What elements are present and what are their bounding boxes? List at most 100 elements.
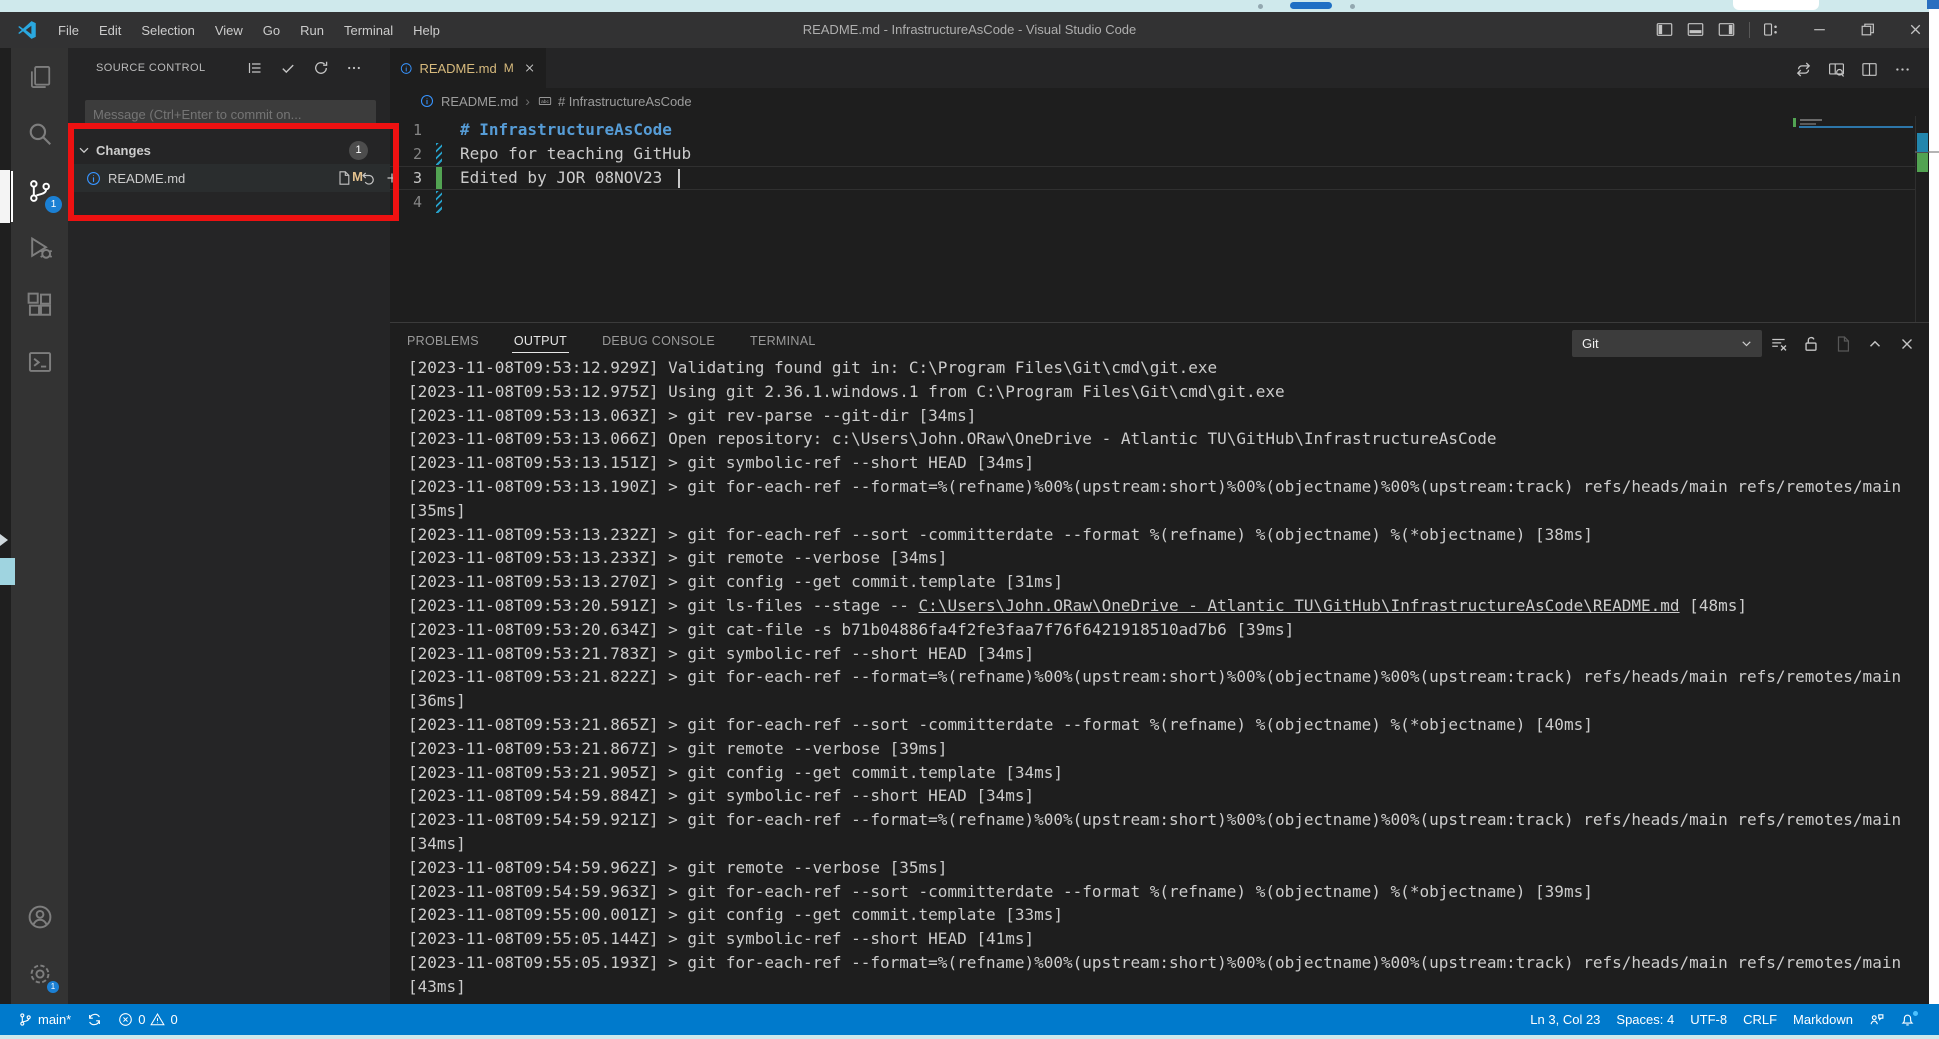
layout-sidebar-right-icon <box>1718 21 1735 38</box>
breadcrumb-file[interactable]: README.md <box>441 94 518 109</box>
status-label: 0 <box>138 1012 145 1027</box>
more-actions-icon[interactable] <box>346 60 362 76</box>
output-channel-select[interactable]: Git <box>1572 330 1762 357</box>
status-problems[interactable]: 00 <box>110 1004 185 1035</box>
panel-toolbar <box>1770 330 1916 357</box>
minimize-button[interactable] <box>1811 21 1829 39</box>
menu-run[interactable]: Run <box>290 23 334 38</box>
output-line: [2023-11-08T09:53:21.783Z] > git symboli… <box>408 642 1920 666</box>
layout-customize-icon <box>1763 21 1780 38</box>
restore-button[interactable] <box>1859 21 1877 39</box>
activity-item-terminal-view[interactable] <box>11 333 68 390</box>
file-path-link[interactable]: C:\Users\John.ORaw\OneDrive - Atlantic T… <box>919 596 1680 615</box>
activity-item-accounts[interactable] <box>11 888 68 945</box>
minimap-heading-rule <box>1799 126 1913 128</box>
menu-view[interactable]: View <box>205 23 253 38</box>
notification-dot <box>1912 1010 1919 1017</box>
output-line: [2023-11-08T09:54:59.921Z] > git for-eac… <box>408 808 1920 832</box>
status-language-mode[interactable]: Markdown <box>1785 1004 1861 1035</box>
menu-edit[interactable]: Edit <box>89 23 131 38</box>
panel-tab-problems[interactable]: PROBLEMS <box>405 325 481 357</box>
output-line: [2023-11-08T09:53:21.865Z] > git for-eac… <box>408 713 1920 737</box>
customize-layout-button[interactable] <box>1763 21 1781 39</box>
line-text <box>442 190 460 214</box>
text-cursor <box>678 169 680 188</box>
activity-bar-top: 1 <box>11 48 68 390</box>
background-right-strip <box>1929 9 1939 1004</box>
changed-file-row[interactable]: README.md M <box>68 164 390 192</box>
open-changes-icon[interactable] <box>1795 61 1812 78</box>
status-label: Ln 3, Col 23 <box>1530 1012 1600 1027</box>
status-feedback[interactable] <box>1861 1004 1892 1035</box>
activity-item-extensions[interactable] <box>11 276 68 333</box>
commit-check-icon[interactable] <box>280 60 296 76</box>
close-button[interactable] <box>1907 21 1925 39</box>
status-branch[interactable]: main* <box>10 1004 79 1035</box>
toggle-primary-sidebar-button[interactable] <box>1656 21 1674 39</box>
split-editor-icon[interactable] <box>1861 61 1878 78</box>
status-indentation[interactable]: Spaces: 4 <box>1608 1004 1682 1035</box>
menu-go[interactable]: Go <box>253 23 290 38</box>
active-view-indicator <box>11 171 13 222</box>
background-teal-fragment <box>0 558 15 585</box>
minimize-icon <box>1811 21 1828 38</box>
view-as-tree-icon[interactable] <box>247 60 263 76</box>
restore-icon <box>1859 21 1876 38</box>
clear-output-icon[interactable] <box>1770 335 1788 353</box>
maximize-panel-icon[interactable] <box>1866 335 1884 353</box>
unlock-icon[interactable] <box>1802 335 1820 353</box>
search-icon <box>27 121 53 147</box>
activity-item-explorer[interactable] <box>11 48 68 105</box>
status-bar: main* 00 Ln 3, Col 23 Spaces: 4UTF-8CRLF Ma… <box>0 1004 1939 1035</box>
minimap[interactable] <box>1793 118 1796 127</box>
status-notifications[interactable] <box>1892 1004 1923 1035</box>
toggle-secondary-sidebar-button[interactable] <box>1718 21 1736 39</box>
status-label: Markdown <box>1793 1012 1853 1027</box>
activity-item-run-and-debug[interactable] <box>11 219 68 276</box>
breadcrumb-symbol[interactable]: # InfrastructureAsCode <box>558 94 692 109</box>
activity-item-source-control[interactable]: 1 <box>11 162 68 219</box>
changes-section-header[interactable]: Changes 1 <box>68 136 390 164</box>
status-cursor-position[interactable]: Ln 3, Col 23 <box>1522 1004 1608 1035</box>
panel-tab-output[interactable]: OUTPUT <box>512 325 569 357</box>
tab-readme[interactable]: README.md M <box>390 48 546 88</box>
changed-file-name: README.md <box>108 171 185 186</box>
background-white-pill <box>1733 0 1819 10</box>
menu-terminal[interactable]: Terminal <box>334 23 403 38</box>
refresh-icon[interactable] <box>313 60 329 76</box>
status-encoding[interactable]: UTF-8 <box>1682 1004 1735 1035</box>
warnings-icon <box>150 1012 165 1027</box>
menu-selection[interactable]: Selection <box>131 23 204 38</box>
panel-tab-debug-console[interactable]: DEBUG CONSOLE <box>600 325 717 357</box>
open-file-icon[interactable] <box>336 170 352 186</box>
editor-line-4[interactable]: 4 <box>390 190 1915 214</box>
editor-line-3[interactable]: 3Edited by JOR 08NOV23 <box>390 166 1915 190</box>
panel-tab-terminal[interactable]: TERMINAL <box>748 325 818 357</box>
modified-status-badge: M <box>352 169 363 184</box>
menu-help[interactable]: Help <box>403 23 450 38</box>
menu-file[interactable]: File <box>48 23 89 38</box>
commit-message-input[interactable] <box>85 100 376 128</box>
activity-item-search[interactable] <box>11 105 68 162</box>
status-eol[interactable]: CRLF <box>1735 1004 1785 1035</box>
activity-item-settings[interactable]: 1 <box>11 945 68 1002</box>
svg-text:abc: abc <box>541 99 549 105</box>
minimap-line <box>1800 119 1822 121</box>
more-actions-icon[interactable] <box>1894 61 1911 78</box>
output-log[interactable]: [2023-11-08T09:53:12.929Z] Validating fo… <box>408 356 1920 999</box>
open-output-in-editor-icon[interactable] <box>1834 335 1852 353</box>
layout-sidebar-left-icon <box>1656 21 1673 38</box>
close-panel-icon[interactable] <box>1898 335 1916 353</box>
toggle-panel-button[interactable] <box>1687 21 1705 39</box>
editor-code-area[interactable]: 1# InfrastructureAsCode2Repo for teachin… <box>390 118 1915 214</box>
sidebar-title: SOURCE CONTROL <box>96 62 206 74</box>
status-sync[interactable] <box>79 1004 110 1035</box>
close-icon[interactable] <box>523 60 536 76</box>
symbol-string-icon: abc <box>537 94 553 108</box>
output-line: [2023-11-08T09:55:05.144Z] > git symboli… <box>408 927 1920 951</box>
editor-line-2[interactable]: 2Repo for teaching GitHub <box>390 142 1915 166</box>
editor-line-1[interactable]: 1# InfrastructureAsCode <box>390 118 1915 142</box>
background-corner <box>1927 0 1939 9</box>
overview-ruler-border <box>1915 116 1916 322</box>
open-preview-icon[interactable] <box>1828 61 1845 78</box>
